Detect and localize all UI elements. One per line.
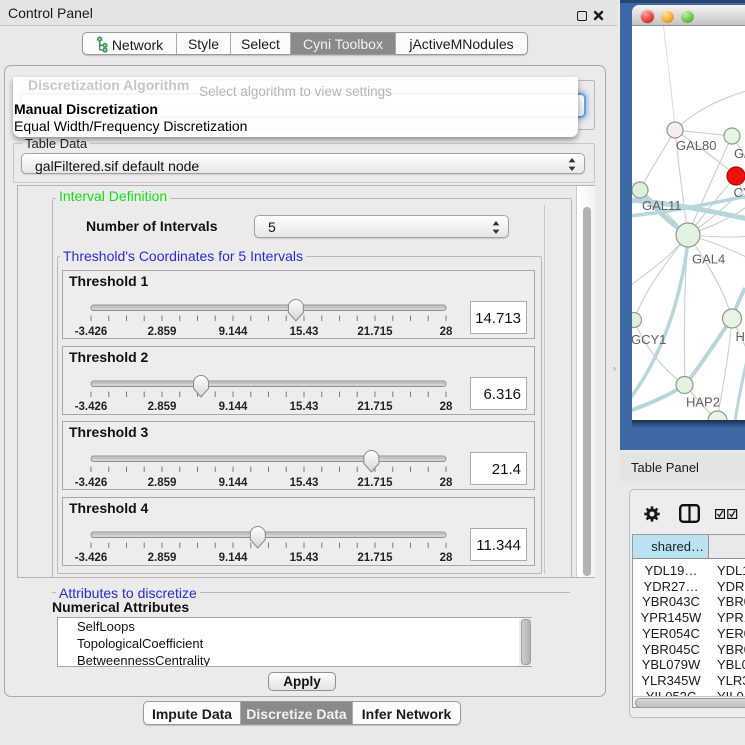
svg-text:CY: CY <box>734 185 745 200</box>
svg-text:GA: GA <box>734 146 745 161</box>
svg-text:GAL80: GAL80 <box>676 138 716 153</box>
svg-text:GAL4: GAL4 <box>692 252 725 267</box>
svg-text:HA: HA <box>736 329 745 344</box>
svg-text:HAP2: HAP2 <box>686 395 720 410</box>
svg-text:GAL11: GAL11 <box>642 198 682 213</box>
svg-text:GCY1: GCY1 <box>632 332 666 347</box>
